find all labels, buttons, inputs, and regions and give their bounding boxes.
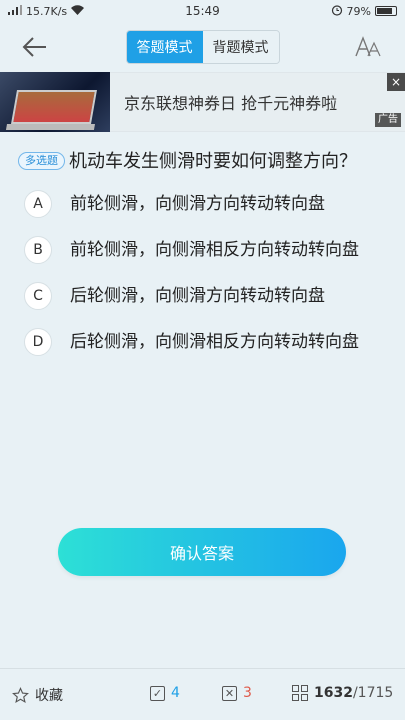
collect-label: 收藏 bbox=[35, 688, 63, 704]
back-button[interactable] bbox=[20, 34, 50, 60]
ad-banner[interactable]: 京东联想神券日 抢千元神券啦 × 广告 bbox=[0, 72, 405, 132]
option-letter: D bbox=[24, 328, 52, 356]
status-bar: 15.7K/s 15:49 79% bbox=[0, 0, 405, 22]
wrong-count: 3 bbox=[243, 685, 252, 701]
option-a[interactable]: A 前轮侧滑，向侧滑方向转动转向盘 bbox=[24, 190, 387, 218]
correct-count: 4 bbox=[171, 685, 180, 701]
ad-text: 京东联想神券日 抢千元神券啦 bbox=[124, 94, 338, 113]
option-text: 前轮侧滑，向侧滑相反方向转动转向盘 bbox=[70, 240, 359, 260]
font-size-icon bbox=[355, 36, 381, 57]
tab-answer-mode[interactable]: 答题模式 bbox=[126, 31, 203, 63]
wrong-count-button[interactable]: ✕ 3 bbox=[222, 685, 252, 701]
star-icon bbox=[12, 686, 29, 703]
option-letter: C bbox=[24, 282, 52, 310]
confirm-answer-button[interactable]: 确认答案 bbox=[58, 528, 346, 576]
back-arrow-icon bbox=[22, 37, 46, 57]
nav-bar: 答题模式 背题模式 bbox=[0, 22, 405, 72]
question-text: 机动车发生侧滑时要如何调整方向？ bbox=[69, 151, 357, 172]
current-question-number: 1632 bbox=[314, 685, 353, 701]
ad-tag: 广告 bbox=[375, 113, 401, 127]
question: 多选题 机动车发生侧滑时要如何调整方向？ bbox=[0, 132, 405, 176]
ad-close-button[interactable]: × bbox=[387, 73, 405, 91]
ad-image bbox=[0, 72, 110, 132]
font-size-button[interactable] bbox=[353, 34, 383, 60]
check-box-icon: ✓ bbox=[150, 685, 165, 701]
option-letter: B bbox=[24, 236, 52, 264]
collect-button[interactable]: 收藏 bbox=[12, 685, 63, 705]
status-time: 15:49 bbox=[185, 4, 220, 18]
total-questions: /1715 bbox=[352, 685, 394, 701]
option-d[interactable]: D 后轮侧滑，向侧滑相反方向转动转向盘 bbox=[24, 328, 387, 356]
option-letter: A bbox=[24, 190, 52, 218]
option-text: 后轮侧滑，向侧滑方向转动转向盘 bbox=[70, 286, 325, 306]
battery-icon bbox=[375, 6, 397, 16]
question-type-badge: 多选题 bbox=[18, 152, 65, 170]
bottom-bar: 收藏 ✓ 4 ✕ 3 1632/1715 bbox=[0, 668, 405, 720]
question-progress-button[interactable]: 1632/1715 bbox=[292, 685, 393, 701]
option-b[interactable]: B 前轮侧滑，向侧滑相反方向转动转向盘 bbox=[24, 236, 387, 264]
tab-memorize-mode[interactable]: 背题模式 bbox=[202, 31, 279, 63]
correct-count-button[interactable]: ✓ 4 bbox=[150, 685, 180, 701]
cross-box-icon: ✕ bbox=[222, 685, 237, 701]
options-list: A 前轮侧滑，向侧滑方向转动转向盘 B 前轮侧滑，向侧滑相反方向转动转向盘 C … bbox=[0, 176, 405, 356]
option-c[interactable]: C 后轮侧滑，向侧滑方向转动转向盘 bbox=[24, 282, 387, 310]
laptop-image bbox=[11, 90, 97, 124]
mode-tabs: 答题模式 背题模式 bbox=[125, 30, 280, 64]
grid-icon bbox=[292, 685, 308, 701]
option-text: 后轮侧滑，向侧滑相反方向转动转向盘 bbox=[70, 332, 359, 352]
option-text: 前轮侧滑，向侧滑方向转动转向盘 bbox=[70, 194, 325, 214]
